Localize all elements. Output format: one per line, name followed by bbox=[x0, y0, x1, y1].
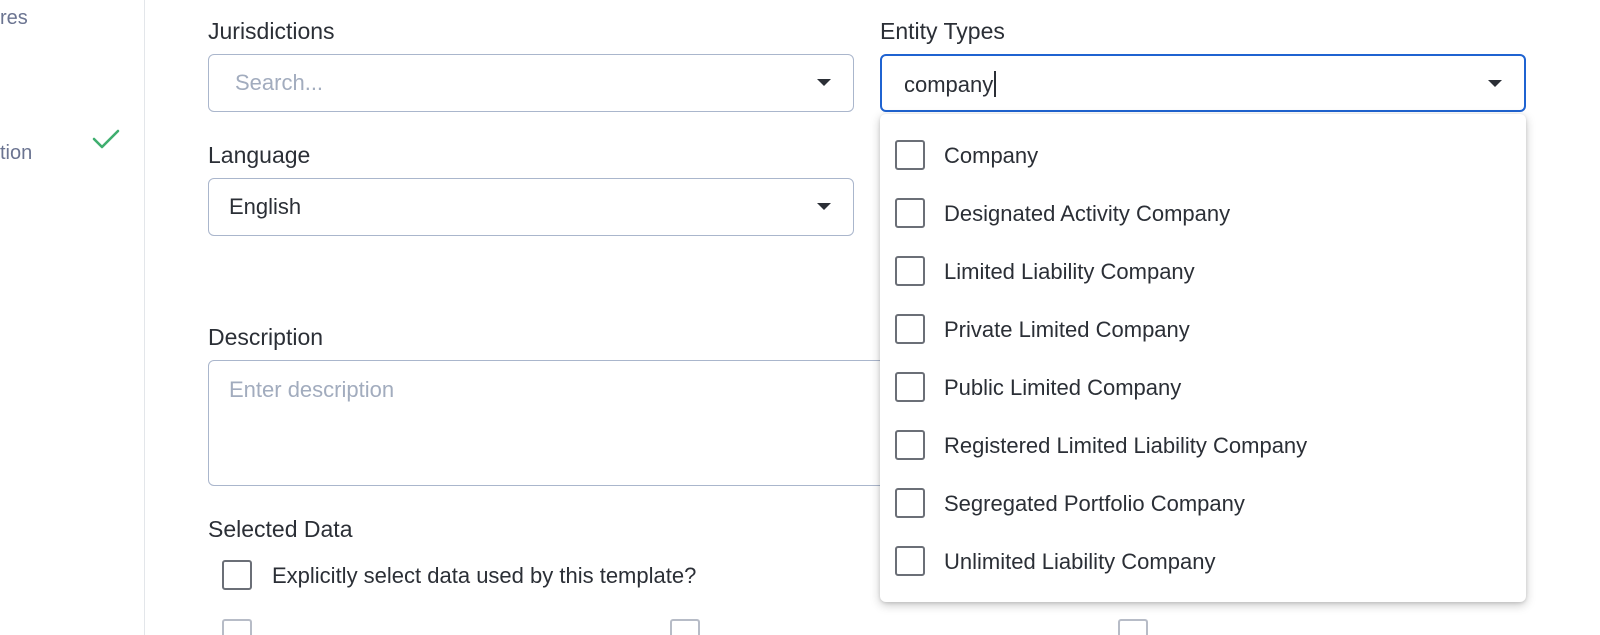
option-label: Limited Liability Company bbox=[944, 259, 1195, 284]
option-label: Registered Limited Liability Company bbox=[944, 433, 1308, 458]
explicit-select-checkbox[interactable] bbox=[222, 560, 252, 590]
selected-data-label: Selected Data bbox=[208, 516, 353, 542]
option-checkbox[interactable] bbox=[895, 372, 925, 402]
option-checkbox[interactable] bbox=[895, 140, 925, 170]
page: res tion Jurisdictions Search... Entity … bbox=[0, 0, 1600, 635]
sidebar: res tion bbox=[0, 0, 145, 635]
chevron-down-icon[interactable] bbox=[817, 79, 831, 86]
option-label: Designated Activity Company bbox=[944, 201, 1231, 226]
option-label: Private Limited Company bbox=[944, 317, 1190, 342]
sidebar-item-2[interactable]: tion bbox=[0, 142, 32, 165]
text-cursor bbox=[994, 71, 997, 97]
check-icon bbox=[92, 129, 120, 149]
chevron-down-icon[interactable] bbox=[817, 203, 831, 210]
jurisdictions-select[interactable]: Search... bbox=[208, 54, 854, 112]
data-checkbox-partial-2[interactable] bbox=[670, 619, 700, 635]
jurisdictions-label: Jurisdictions bbox=[208, 18, 335, 44]
entity-types-input[interactable]: company bbox=[880, 54, 1526, 112]
entity-types-value: company bbox=[904, 71, 997, 98]
data-checkbox-partial-1[interactable] bbox=[222, 619, 252, 635]
option-label: Public Limited Company bbox=[944, 375, 1182, 400]
option-checkbox[interactable] bbox=[895, 430, 925, 460]
dropdown-option[interactable]: Private Limited Company bbox=[880, 288, 1526, 346]
option-checkbox[interactable] bbox=[895, 314, 925, 344]
dropdown-option[interactable]: Segregated Portfolio Company bbox=[880, 462, 1526, 520]
option-checkbox[interactable] bbox=[895, 256, 925, 286]
description-label: Description bbox=[208, 324, 324, 350]
entity-types-dropdown: Company Designated Activity Company Limi… bbox=[880, 114, 1526, 602]
option-label: Unlimited Liability Company bbox=[944, 549, 1216, 574]
entity-types-label: Entity Types bbox=[880, 18, 1005, 44]
option-checkbox[interactable] bbox=[895, 488, 925, 518]
dropdown-option[interactable]: Designated Activity Company bbox=[880, 172, 1526, 230]
dropdown-option[interactable]: Company bbox=[880, 114, 1526, 172]
dropdown-option[interactable]: Limited Liability Company bbox=[880, 230, 1526, 288]
dropdown-option[interactable]: Public Limited Company bbox=[880, 346, 1526, 404]
sidebar-item-1[interactable]: res bbox=[0, 7, 28, 30]
description-textarea[interactable] bbox=[208, 360, 988, 486]
option-label: Segregated Portfolio Company bbox=[944, 491, 1245, 516]
dropdown-option[interactable]: Unlimited Liability Company bbox=[880, 520, 1526, 578]
option-checkbox[interactable] bbox=[895, 198, 925, 228]
data-checkbox-partial-3[interactable] bbox=[1118, 619, 1148, 635]
chevron-down-icon[interactable] bbox=[1488, 80, 1502, 87]
language-select[interactable]: English bbox=[208, 178, 854, 236]
option-checkbox[interactable] bbox=[895, 546, 925, 576]
jurisdictions-placeholder: Search... bbox=[235, 70, 324, 95]
language-value: English bbox=[229, 194, 302, 219]
language-label: Language bbox=[208, 142, 311, 168]
dropdown-option[interactable]: Registered Limited Liability Company bbox=[880, 404, 1526, 462]
option-label: Company bbox=[944, 143, 1039, 168]
explicit-select-label: Explicitly select data used by this temp… bbox=[272, 563, 697, 588]
